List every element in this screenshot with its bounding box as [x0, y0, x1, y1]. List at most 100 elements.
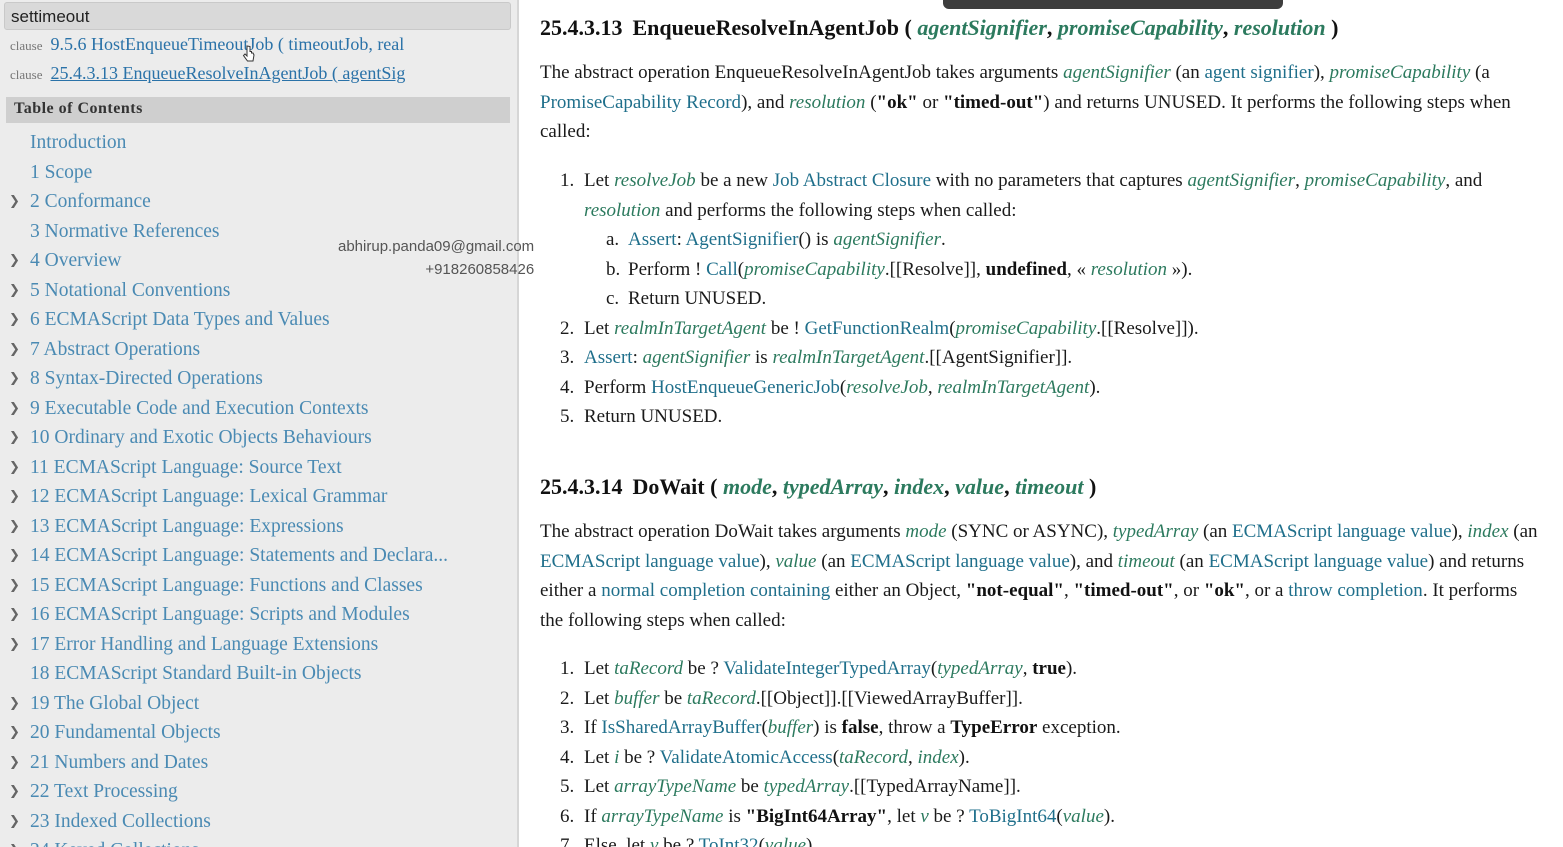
toc-item-label[interactable]: 17 Error Handling and Language Extension…: [30, 630, 378, 660]
toc-item-label[interactable]: Introduction: [30, 128, 126, 158]
mouse-cursor-icon: [242, 45, 255, 62]
toc-item[interactable]: ❯ 20 Fundamental Objects: [0, 718, 515, 748]
chevron-right-icon[interactable]: ❯: [9, 689, 21, 719]
term-link[interactable]: IsSharedArrayBuffer: [601, 717, 761, 738]
toc-item-label[interactable]: 11 ECMAScript Language: Source Text: [30, 453, 342, 483]
toc-item-label[interactable]: 12 ECMAScript Language: Lexical Grammar: [30, 482, 387, 512]
chevron-right-icon[interactable]: ❯: [9, 187, 21, 217]
watermark-email: abhirup.panda09@gmail.com: [338, 238, 535, 255]
toc-item-label[interactable]: 22 Text Processing: [30, 777, 178, 807]
toc-item-label[interactable]: 5 Notational Conventions: [30, 276, 230, 306]
term-link[interactable]: ToBigInt64: [969, 806, 1056, 827]
toc-item-label[interactable]: 4 Overview: [30, 246, 122, 276]
toc-item[interactable]: ❯ 6 ECMAScript Data Types and Values: [0, 305, 515, 335]
term-link[interactable]: PromiseCapability Record: [540, 92, 741, 113]
chevron-right-icon[interactable]: ❯: [9, 276, 21, 306]
term-link[interactable]: ValidateAtomicAccess: [660, 747, 833, 768]
toc-item-label[interactable]: 15 ECMAScript Language: Functions and Cl…: [30, 571, 423, 601]
var: agentSignifier: [1063, 62, 1171, 83]
chevron-right-icon[interactable]: ❯: [9, 748, 21, 778]
toc-item[interactable]: ❯ 9 Executable Code and Execution Context…: [0, 394, 515, 424]
toc-item-label[interactable]: 20 Fundamental Objects: [30, 718, 221, 748]
toc-item-label[interactable]: 21 Numbers and Dates: [30, 748, 208, 778]
chevron-right-icon[interactable]: ❯: [9, 453, 21, 483]
toc-item[interactable]: ❯ 10 Ordinary and Exotic Objects Behaviou…: [0, 423, 515, 453]
term-link[interactable]: ECMAScript language value: [850, 551, 1070, 572]
toc-item[interactable]: ❯ 19 The Global Object: [0, 689, 515, 719]
term-link[interactable]: Job Abstract Closure: [773, 170, 931, 191]
toc-item-label[interactable]: 6 ECMAScript Data Types and Values: [30, 305, 330, 335]
search-result-item[interactable]: clause 25.4.3.13 EnqueueResolveInAgentJob…: [10, 63, 510, 89]
toc-item-label[interactable]: 9 Executable Code and Execution Contexts: [30, 394, 368, 424]
toc-item[interactable]: ❯ 12 ECMAScript Language: Lexical Grammar: [0, 482, 515, 512]
toc-item-label[interactable]: 13 ECMAScript Language: Expressions: [30, 512, 344, 542]
toc-item[interactable]: ❯ 22 Text Processing: [0, 777, 515, 807]
toc-item-label[interactable]: 19 The Global Object: [30, 689, 199, 719]
term-link[interactable]: Call: [706, 259, 738, 280]
chevron-right-icon[interactable]: ❯: [9, 836, 21, 847]
toc-item-label[interactable]: 23 Indexed Collections: [30, 807, 211, 837]
chevron-right-icon[interactable]: ❯: [9, 718, 21, 748]
toc-item[interactable]: ❯ 11 ECMAScript Language: Source Text: [0, 453, 515, 483]
toc-item[interactable]: ❯ 14 ECMAScript Language: Statements and …: [0, 541, 515, 571]
chevron-right-icon[interactable]: ❯: [9, 394, 21, 424]
toc-item-label[interactable]: 7 Abstract Operations: [30, 335, 200, 365]
term-link[interactable]: AgentSignifier: [686, 229, 799, 250]
step: 2. Let realmInTargetAgent be ! GetFunctio…: [560, 317, 1199, 339]
toc-item-label[interactable]: 3 Normative References: [30, 217, 220, 247]
step: 5. Return UNUSED.: [560, 406, 723, 427]
chevron-right-icon[interactable]: ❯: [9, 630, 21, 660]
toc-item-label[interactable]: 1 Scope: [30, 158, 92, 188]
term-link[interactable]: ECMAScript language value: [1209, 551, 1429, 572]
term-link[interactable]: ToInt32: [699, 835, 759, 847]
search-input[interactable]: settimeout: [4, 2, 511, 30]
term-link[interactable]: agent signifier: [1204, 62, 1313, 83]
toc-item-label[interactable]: 8 Syntax-Directed Operations: [30, 364, 263, 394]
term-link[interactable]: ValidateIntegerTypedArray: [723, 658, 931, 679]
toc-item-label[interactable]: 10 Ordinary and Exotic Objects Behaviour…: [30, 423, 372, 453]
toc-item[interactable]: ❯ 17 Error Handling and Language Extensio…: [0, 630, 515, 660]
term-link[interactable]: Assert: [584, 347, 633, 368]
term-link[interactable]: normal completion containing: [601, 580, 830, 601]
chevron-right-icon[interactable]: ❯: [9, 305, 21, 335]
toc-item[interactable]: 18 ECMAScript Standard Built-in Objects: [0, 659, 515, 689]
chevron-right-icon[interactable]: ❯: [9, 600, 21, 630]
toc-item-label[interactable]: 24 Keyed Collections: [30, 836, 199, 847]
chevron-right-icon[interactable]: ❯: [9, 335, 21, 365]
term-link[interactable]: ECMAScript language value: [540, 551, 760, 572]
chevron-right-icon[interactable]: ❯: [9, 777, 21, 807]
toc-item[interactable]: ❯ 7 Abstract Operations: [0, 335, 515, 365]
toc-item-label[interactable]: 2 Conformance: [30, 187, 151, 217]
chevron-right-icon[interactable]: ❯: [9, 482, 21, 512]
chevron-right-icon[interactable]: ❯: [9, 541, 21, 571]
toc-item-label[interactable]: 14 ECMAScript Language: Statements and D…: [30, 541, 448, 571]
term-link[interactable]: Assert: [628, 229, 677, 250]
toc-item[interactable]: ❯ 2 Conformance: [0, 187, 515, 217]
toc-item[interactable]: ❯ 15 ECMAScript Language: Functions and C…: [0, 571, 515, 601]
term-link[interactable]: ECMAScript language value: [1232, 521, 1452, 542]
toc-item-label[interactable]: 16 ECMAScript Language: Scripts and Modu…: [30, 600, 410, 630]
toc-item[interactable]: ❯ 23 Indexed Collections: [0, 807, 515, 837]
toc-item[interactable]: Introduction: [0, 128, 515, 158]
chevron-right-icon[interactable]: ❯: [9, 807, 21, 837]
search-result-item[interactable]: clause 9.5.6 HostEnqueueTimeoutJob ( time…: [10, 34, 510, 60]
toc-item[interactable]: ❯ 13 ECMAScript Language: Expressions: [0, 512, 515, 542]
toc-item-label[interactable]: 18 ECMAScript Standard Built-in Objects: [30, 659, 361, 689]
chevron-right-icon[interactable]: ❯: [9, 246, 21, 276]
chevron-right-icon[interactable]: ❯: [9, 571, 21, 601]
section-heading: 25.4.3.14 DoWait ( mode, typedArray, inde…: [540, 474, 1097, 499]
toc-item[interactable]: ❯ 24 Keyed Collections: [0, 836, 515, 847]
chevron-right-icon[interactable]: ❯: [9, 512, 21, 542]
toc-item[interactable]: ❯ 16 ECMAScript Language: Scripts and Mod…: [0, 600, 515, 630]
toc-item[interactable]: ❯ 21 Numbers and Dates: [0, 748, 515, 778]
toc-item[interactable]: ❯ 8 Syntax-Directed Operations: [0, 364, 515, 394]
result-title-link[interactable]: 9.5.6 HostEnqueueTimeoutJob ( timeoutJob…: [50, 34, 404, 54]
toc-item[interactable]: 1 Scope: [0, 158, 515, 188]
chevron-right-icon[interactable]: ❯: [9, 423, 21, 453]
result-title-link[interactable]: 25.4.3.13 EnqueueResolveInAgentJob ( age…: [50, 63, 405, 83]
term-link[interactable]: HostEnqueueGenericJob: [651, 377, 840, 398]
chevron-right-icon[interactable]: ❯: [9, 364, 21, 394]
term-link[interactable]: throw completion: [1288, 580, 1423, 601]
algorithm-steps: 1. Let taRecord be ? ValidateIntegerTyped…: [540, 654, 1540, 847]
term-link[interactable]: GetFunctionRealm: [805, 318, 950, 339]
